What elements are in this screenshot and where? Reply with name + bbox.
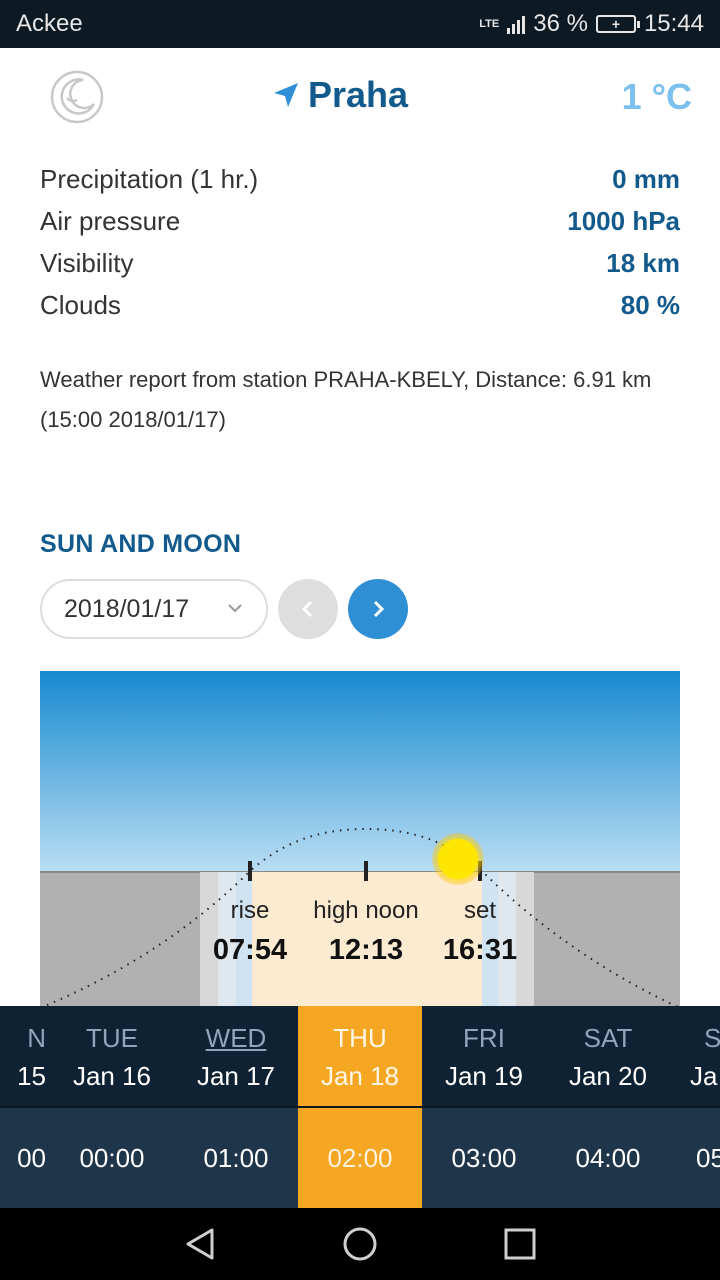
hour-tab[interactable]: 04:00 xyxy=(546,1108,670,1208)
weather-stats: Precipitation (1 hr.) 0 mm Air pressure … xyxy=(40,158,680,326)
stat-value: 18 km xyxy=(606,247,680,278)
back-icon[interactable] xyxy=(182,1226,218,1262)
recents-icon[interactable] xyxy=(502,1226,538,1262)
day-date: Jan 16 xyxy=(72,1061,152,1091)
date-value: 2018/01/17 xyxy=(64,594,190,623)
location-arrow-icon xyxy=(274,83,298,107)
noon-time: 12:13 xyxy=(328,934,404,966)
previous-day-button[interactable] xyxy=(278,579,338,639)
battery-percent: 36 % xyxy=(533,10,588,37)
hour-tab[interactable]: 05 xyxy=(670,1108,720,1208)
home-icon[interactable] xyxy=(342,1226,378,1262)
day-date: 15 xyxy=(17,1061,46,1091)
set-label: set xyxy=(463,897,497,924)
day-of-week: FRI xyxy=(463,1023,505,1053)
stat-visibility: Visibility 18 km xyxy=(40,242,680,284)
status-right: LTE 36 % + 15:44 xyxy=(479,10,704,38)
chevron-right-icon xyxy=(373,600,385,618)
status-bar: Ackee LTE 36 % + 15:44 xyxy=(0,0,720,48)
hour-tab[interactable]: 00 xyxy=(0,1108,50,1208)
station-report: Weather report from station PRAHA-KBELY,… xyxy=(40,367,652,432)
stat-air-pressure: Air pressure 1000 hPa xyxy=(40,200,680,242)
noon-label: high noon xyxy=(313,897,419,924)
day-tab[interactable]: TUE Jan 16 xyxy=(50,1006,174,1106)
day-date: Ja xyxy=(690,1061,718,1091)
rise-time: 07:54 xyxy=(212,934,288,966)
set-time: 16:31 xyxy=(442,934,518,966)
stat-label: Visibility xyxy=(40,247,134,278)
network-indicator: LTE xyxy=(479,17,500,30)
day-tab-selected[interactable]: THU Jan 18 xyxy=(298,1006,422,1106)
sun-diagram: rise high noon set 07:54 12:13 16:31 xyxy=(40,671,680,1008)
hour-tab[interactable]: 01:00 xyxy=(174,1108,298,1208)
stat-value: 0 mm xyxy=(612,163,680,194)
day-of-week: TUE xyxy=(86,1023,138,1053)
temperature: 1 °C xyxy=(621,76,692,117)
section-title: SUN AND MOON xyxy=(40,530,242,558)
hour-tab-selected[interactable]: 02:00 xyxy=(298,1108,422,1208)
hour-selector: 00 00:00 01:00 02:00 03:00 04:00 05 xyxy=(0,1106,720,1208)
hour-tab[interactable]: 03:00 xyxy=(422,1108,546,1208)
day-selector: N 15 TUE Jan 16 WED Jan 17 THU Jan 18 FR… xyxy=(0,1006,720,1106)
stat-label: Precipitation (1 hr.) xyxy=(40,163,259,194)
day-tab[interactable]: FRI Jan 19 xyxy=(422,1006,546,1106)
day-tab[interactable]: S Ja xyxy=(670,1006,720,1106)
date-dropdown[interactable]: 2018/01/17 xyxy=(40,579,268,639)
day-of-week: THU xyxy=(333,1023,387,1053)
stat-value: 1000 hPa xyxy=(567,205,680,236)
day-tab[interactable]: WED Jan 17 xyxy=(174,1006,298,1106)
status-time: 15:44 xyxy=(643,10,704,37)
stat-value: 80 % xyxy=(620,289,680,320)
day-date: Jan 19 xyxy=(444,1061,524,1091)
stat-label: Clouds xyxy=(40,289,121,320)
day-date: Jan 17 xyxy=(196,1061,276,1091)
signal-icon xyxy=(507,14,526,34)
day-of-week: S xyxy=(704,1023,720,1053)
day-of-week: SAT xyxy=(583,1023,633,1053)
day-tab[interactable]: SAT Jan 20 xyxy=(546,1006,670,1106)
stat-clouds: Clouds 80 % xyxy=(40,284,680,326)
chevron-left-icon xyxy=(301,600,313,618)
stat-precipitation: Precipitation (1 hr.) 0 mm xyxy=(40,158,680,200)
moon-icon[interactable] xyxy=(50,70,104,124)
day-date: Jan 18 xyxy=(320,1061,400,1091)
day-of-week: WED xyxy=(205,1023,267,1053)
chevron-down-icon xyxy=(228,604,242,613)
stat-label: Air pressure xyxy=(40,205,181,236)
system-nav-bar xyxy=(0,1208,720,1280)
hour-tab[interactable]: 00:00 xyxy=(50,1108,174,1208)
battery-icon: + xyxy=(595,15,640,33)
noon-tick xyxy=(364,861,368,881)
rise-label: rise xyxy=(230,897,270,924)
city-name: Praha xyxy=(308,74,409,115)
rise-tick xyxy=(248,861,252,881)
day-date: Jan 20 xyxy=(568,1061,648,1091)
day-tab[interactable]: N 15 xyxy=(0,1006,50,1106)
next-day-button[interactable] xyxy=(348,579,408,639)
sun-icon xyxy=(432,833,484,885)
city-selector[interactable]: Praha xyxy=(272,74,408,116)
status-app-name: Ackee xyxy=(16,10,83,37)
day-of-week: N xyxy=(27,1023,46,1053)
